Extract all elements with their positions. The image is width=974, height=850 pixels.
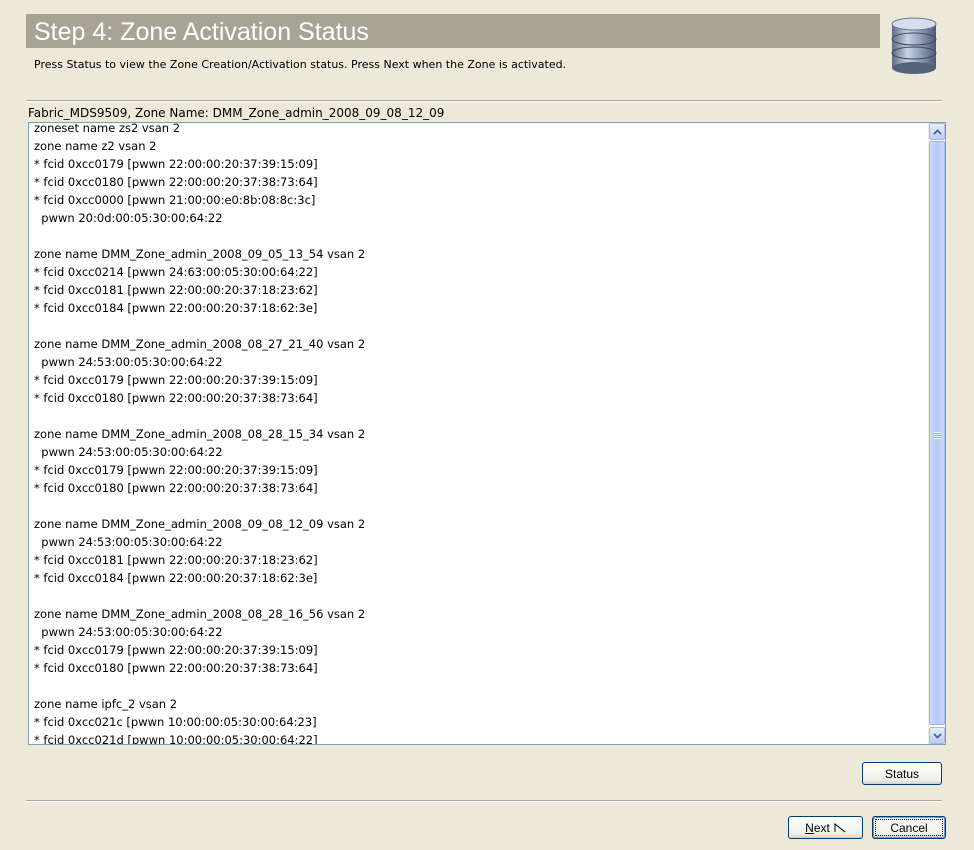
zone-text-line: pwwn 24:53:00:05:30:00:64:22 (34, 445, 223, 459)
header-separator (26, 100, 942, 102)
zone-text-line: zone name DMM_Zone_admin_2008_09_05_13_5… (34, 247, 366, 261)
zone-text-line: * fcid 0xcc0214 [pwwn 24:63:00:05:30:00:… (34, 265, 318, 279)
zone-text-line: * fcid 0xcc0000 [pwwn 21:00:00:e0:8b:08:… (34, 193, 316, 207)
zone-text-line: * fcid 0xcc0180 [pwwn 22:00:00:20:37:38:… (34, 175, 318, 189)
zone-text-line: zone name DMM_Zone_admin_2008_09_08_12_0… (34, 517, 366, 531)
step-description: Press Status to view the Zone Creation/A… (34, 58, 567, 71)
cancel-button[interactable]: Cancel (872, 816, 946, 839)
next-button[interactable]: Next (788, 816, 863, 839)
next-label: ext (813, 820, 830, 835)
zone-text-line (34, 497, 925, 515)
zone-text-line: * fcid 0xcc0181 [pwwn 22:00:00:20:37:18:… (34, 553, 318, 567)
zone-text-line (34, 587, 925, 605)
scroll-down-button[interactable] (929, 727, 945, 744)
zone-text-line: * fcid 0xcc0184 [pwwn 22:00:00:20:37:18:… (34, 301, 318, 315)
zone-text-line: * fcid 0xcc021d [pwwn 10:00:00:05:30:00:… (34, 733, 318, 745)
zone-text-line (34, 317, 925, 335)
zone-text-line: * fcid 0xcc0180 [pwwn 22:00:00:20:37:38:… (34, 481, 318, 495)
zone-text-line: zone name DMM_Zone_admin_2008_08_28_15_3… (34, 427, 366, 441)
zone-text-line: pwwn 20:0d:00:05:30:00:64:22 (34, 211, 223, 225)
chevron-down-icon (932, 732, 942, 739)
fabric-zone-label: Fabric_MDS9509, Zone Name: DMM_Zone_admi… (28, 106, 445, 120)
zone-text-line (34, 407, 925, 425)
zone-text-line: * fcid 0xcc0181 [pwwn 22:00:00:20:37:18:… (34, 283, 318, 297)
database-icon (891, 17, 937, 74)
zone-text-line: zone name DMM_Zone_admin_2008_08_28_16_5… (34, 607, 366, 621)
zone-status-text: zoneset name zs2 vsan 2 zone name z2 vsan… (34, 122, 925, 745)
zone-text-line: * fcid 0xcc0179 [pwwn 22:00:00:20:37:39:… (34, 157, 318, 171)
cursor-arrow-icon (834, 822, 846, 832)
next-mnemonic: N (805, 820, 814, 835)
zone-text-line: * fcid 0xcc0184 [pwwn 22:00:00:20:37:18:… (34, 571, 318, 585)
footer-separator (26, 800, 942, 802)
zone-text-line: * fcid 0xcc0179 [pwwn 22:00:00:20:37:39:… (34, 463, 318, 477)
zone-text-line: * fcid 0xcc0179 [pwwn 22:00:00:20:37:39:… (34, 643, 318, 657)
zone-text-line: pwwn 24:53:00:05:30:00:64:22 (34, 625, 223, 639)
grip-icon (934, 432, 941, 439)
zone-text-line: pwwn 24:53:00:05:30:00:64:22 (34, 355, 223, 369)
step-title: Step 4: Zone Activation Status (34, 18, 369, 46)
zone-text-line: * fcid 0xcc0179 [pwwn 22:00:00:20:37:39:… (34, 373, 318, 387)
zone-text-line: * fcid 0xcc021c [pwwn 10:00:00:05:30:00:… (34, 715, 317, 729)
vertical-scrollbar[interactable] (928, 123, 945, 744)
zone-text-line (34, 677, 925, 695)
zone-text-line: * fcid 0xcc0180 [pwwn 22:00:00:20:37:38:… (34, 661, 318, 675)
zone-text-line: zone name DMM_Zone_admin_2008_08_27_21_4… (34, 337, 366, 351)
zone-text-line: * fcid 0xcc0180 [pwwn 22:00:00:20:37:38:… (34, 391, 318, 405)
status-button[interactable]: Status (862, 762, 942, 785)
zone-text-line: zone name ipfc_2 vsan 2 (34, 697, 178, 711)
zone-status-textarea[interactable]: zoneset name zs2 vsan 2 zone name z2 vsan… (28, 122, 946, 745)
zone-text-line: zone name z2 vsan 2 (34, 139, 157, 153)
chevron-up-icon (932, 128, 942, 135)
zone-text-line: zoneset name zs2 vsan 2 (34, 122, 181, 135)
zone-text-line (34, 227, 925, 245)
zone-text-line: pwwn 24:53:00:05:30:00:64:22 (34, 535, 223, 549)
scrollbar-thumb[interactable] (929, 141, 945, 725)
wizard-dialog: Step 4: Zone Activation Status Press Sta… (0, 0, 974, 850)
scroll-up-button[interactable] (929, 123, 945, 140)
